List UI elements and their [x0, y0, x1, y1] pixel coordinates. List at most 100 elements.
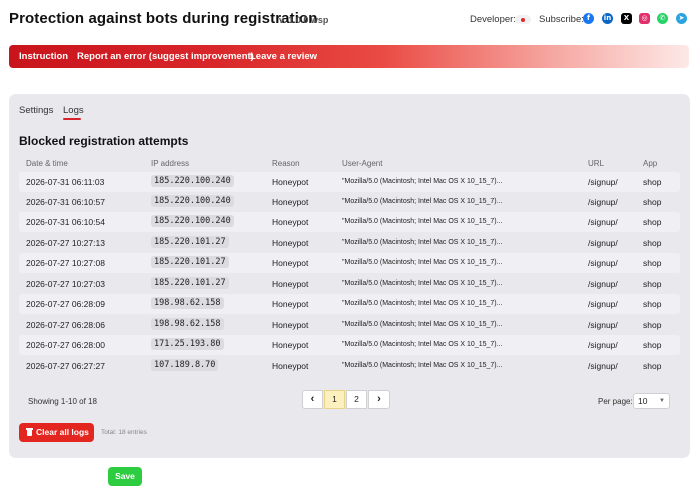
developer-label: Developer: — [470, 14, 516, 25]
column-header-url: URL — [588, 159, 605, 168]
table-row: 2026-07-27 06:28:09 198.98.62.158 Honeyp… — [19, 294, 680, 314]
table-row: 2026-07-31 06:10:57 185.220.100.240 Hone… — [19, 192, 680, 212]
whatsapp-icon[interactable]: ✆ — [657, 13, 668, 24]
tab-settings[interactable]: Settings — [19, 105, 53, 116]
cell-url: /signup/ — [588, 258, 618, 268]
telegram-icon[interactable]: ➤ — [676, 13, 687, 24]
cell-url: /signup/ — [588, 320, 618, 330]
column-header-app: App — [643, 159, 658, 168]
instruction-link[interactable]: Instruction — [19, 51, 68, 62]
table-row: 2026-07-27 10:27:13 185.220.101.27 Honey… — [19, 233, 680, 253]
cell-ip: 185.220.100.240 — [151, 175, 234, 187]
cell-app: shop — [643, 279, 662, 289]
app-title: Protection against bots during registrat… — [9, 10, 318, 27]
cell-date: 2026-07-27 10:27:08 — [26, 258, 105, 268]
cell-date: 2026-07-27 06:27:27 — [26, 361, 105, 371]
plugin-nav-bar: Instruction Report an error (suggest imp… — [9, 45, 689, 68]
page-button-1[interactable]: 1 — [324, 390, 345, 409]
table-row: 2026-07-27 06:27:27 107.189.8.70 Honeypo… — [19, 356, 680, 376]
cell-reason: Honeypot — [272, 238, 309, 248]
table-row: 2026-07-27 06:28:06 198.98.62.158 Honeyp… — [19, 315, 680, 335]
cell-date: 2026-07-31 06:10:57 — [26, 197, 105, 207]
section-title: Blocked registration attempts — [19, 134, 189, 148]
page-button-2[interactable]: 2 — [346, 390, 367, 409]
linkedin-icon[interactable]: in — [602, 13, 613, 24]
column-header-reason: Reason — [272, 159, 300, 168]
cell-user-agent: "Mozilla/5.0 (Macintosh; Intel Mac OS X … — [342, 198, 503, 205]
cell-reason: Honeypot — [272, 320, 309, 330]
table-row: 2026-07-27 06:28:00 171.25.193.80 Honeyp… — [19, 335, 680, 355]
cell-user-agent: "Mozilla/5.0 (Macintosh; Intel Mac OS X … — [342, 321, 503, 328]
cell-app: shop — [643, 299, 662, 309]
cell-ip: 185.220.101.27 — [151, 236, 229, 248]
column-header-date: Date & time — [26, 159, 68, 168]
cell-ip: 185.220.100.240 — [151, 195, 234, 207]
app-version: v. 1.0.0.wsp — [279, 15, 329, 25]
per-page-select[interactable]: 10 ▼ — [633, 393, 670, 409]
cell-ip: 198.98.62.158 — [151, 318, 224, 330]
cell-app: shop — [643, 361, 662, 371]
developer-logo[interactable] — [515, 15, 531, 24]
cell-ip: 198.98.62.158 — [151, 297, 224, 309]
per-page-value: 10 — [638, 396, 648, 406]
x-icon[interactable]: X — [621, 13, 632, 24]
tab-logs[interactable]: Logs — [63, 105, 84, 116]
table-row: 2026-07-27 10:27:03 185.220.101.27 Honey… — [19, 274, 680, 294]
clear-all-logs-label: Clear all logs — [36, 427, 89, 437]
column-header-user-agent: User-Agent — [342, 159, 383, 168]
cell-user-agent: "Mozilla/5.0 (Macintosh; Intel Mac OS X … — [342, 178, 503, 185]
showing-range-text: Showing 1-10 of 18 — [28, 397, 97, 406]
cell-date: 2026-07-27 06:28:00 — [26, 340, 105, 350]
save-button[interactable]: Save — [108, 467, 142, 486]
clear-all-logs-button[interactable]: Clear all logs — [19, 423, 94, 442]
cell-app: shop — [643, 177, 662, 187]
cell-reason: Honeypot — [272, 279, 309, 289]
cell-url: /signup/ — [588, 340, 618, 350]
cell-app: shop — [643, 258, 662, 268]
cell-date: 2026-07-27 10:27:03 — [26, 279, 105, 289]
cell-user-agent: "Mozilla/5.0 (Macintosh; Intel Mac OS X … — [342, 341, 503, 348]
cell-date: 2026-07-27 10:27:13 — [26, 238, 105, 248]
leave-review-link[interactable]: Leave a review — [250, 51, 317, 62]
cell-app: shop — [643, 197, 662, 207]
cell-app: shop — [643, 320, 662, 330]
cell-reason: Honeypot — [272, 340, 309, 350]
facebook-icon[interactable]: f — [583, 13, 594, 24]
cell-date: 2026-07-31 06:10:54 — [26, 217, 105, 227]
cell-date: 2026-07-31 06:11:03 — [26, 177, 105, 187]
trash-icon — [26, 428, 33, 436]
cell-date: 2026-07-27 06:28:06 — [26, 320, 105, 330]
cell-url: /signup/ — [588, 177, 618, 187]
cell-user-agent: "Mozilla/5.0 (Macintosh; Intel Mac OS X … — [342, 300, 503, 307]
cell-app: shop — [643, 238, 662, 248]
cell-ip: 107.189.8.70 — [151, 359, 219, 371]
cell-user-agent: "Mozilla/5.0 (Macintosh; Intel Mac OS X … — [342, 218, 503, 225]
column-header-ip: IP address — [151, 159, 190, 168]
cell-app: shop — [643, 217, 662, 227]
table-row: 2026-07-27 10:27:08 185.220.101.27 Honey… — [19, 253, 680, 273]
table-row: 2026-07-31 06:11:03 185.220.100.240 Hone… — [19, 172, 680, 192]
instagram-icon[interactable]: ◎ — [639, 13, 650, 24]
cell-url: /signup/ — [588, 197, 618, 207]
top-bar: Protection against bots during registrat… — [0, 0, 700, 38]
cell-reason: Honeypot — [272, 299, 309, 309]
cell-user-agent: "Mozilla/5.0 (Macintosh; Intel Mac OS X … — [342, 239, 503, 246]
previous-page-button[interactable]: ‹ — [302, 390, 323, 409]
cell-user-agent: "Mozilla/5.0 (Macintosh; Intel Mac OS X … — [342, 362, 503, 369]
cell-url: /signup/ — [588, 238, 618, 248]
cell-ip: 171.25.193.80 — [151, 338, 224, 350]
cell-reason: Honeypot — [272, 217, 309, 227]
cell-app: shop — [643, 340, 662, 350]
table-row: 2026-07-31 06:10:54 185.220.100.240 Hone… — [19, 212, 680, 232]
next-page-button[interactable]: › — [368, 390, 390, 409]
cell-url: /signup/ — [588, 361, 618, 371]
cell-url: /signup/ — [588, 279, 618, 289]
cell-user-agent: "Mozilla/5.0 (Macintosh; Intel Mac OS X … — [342, 280, 503, 287]
cell-reason: Honeypot — [272, 177, 309, 187]
cell-url: /signup/ — [588, 299, 618, 309]
cell-ip: 185.220.101.27 — [151, 277, 229, 289]
cell-reason: Honeypot — [272, 258, 309, 268]
chevron-down-icon: ▼ — [659, 398, 665, 404]
total-entries-text: Total: 18 entries — [101, 429, 147, 436]
report-error-link[interactable]: Report an error (suggest improvement) — [77, 51, 254, 62]
